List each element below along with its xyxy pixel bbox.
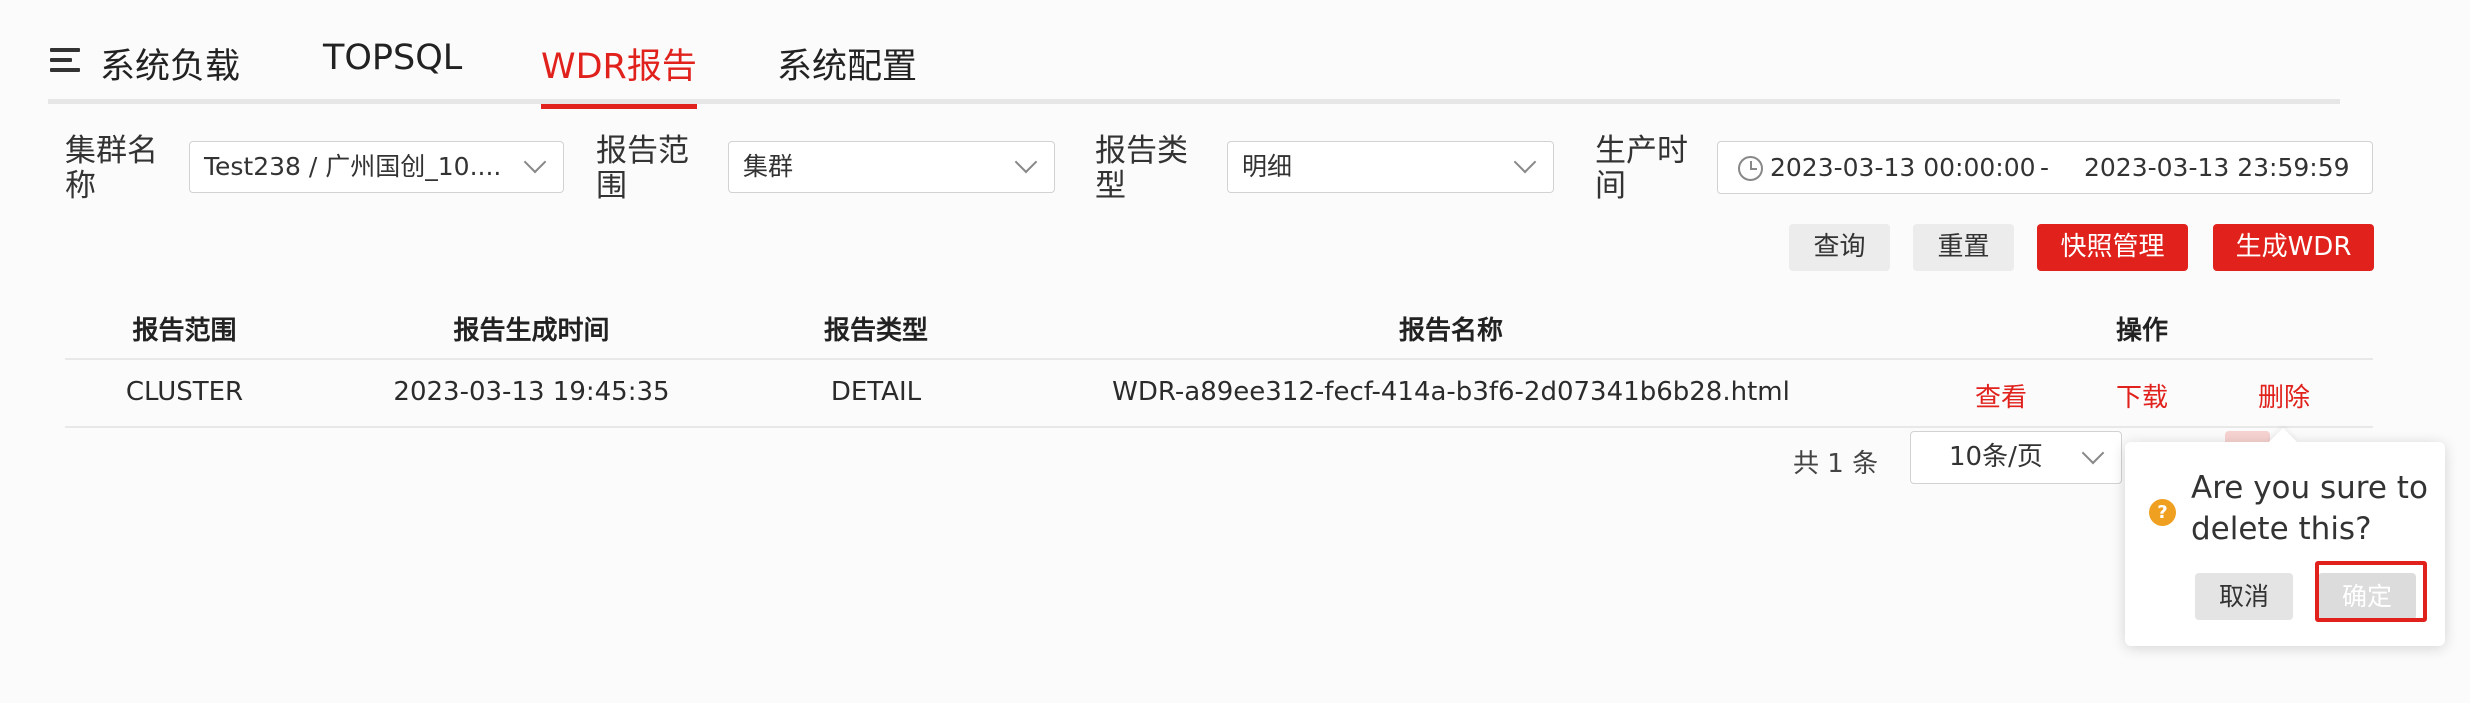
- date-range-picker[interactable]: 2023-03-13 00:00:00 - 2023-03-13 23:59:5…: [1717, 141, 2373, 194]
- page-size-select[interactable]: 10条/页: [1910, 431, 2122, 484]
- wdr-report-page: 系统负载 TOPSQL WDR报告 系统配置 集群名称 Test238 / 广州…: [0, 0, 2470, 703]
- cluster-select[interactable]: Test238 / 广州国创_10....: [189, 141, 564, 193]
- chevron-down-icon: [1014, 150, 1038, 174]
- type-select[interactable]: 明细: [1227, 141, 1554, 193]
- reset-button[interactable]: 重置: [1913, 224, 2014, 271]
- view-link[interactable]: 查看: [1967, 377, 2035, 414]
- cluster-label: 集群名称: [65, 133, 158, 204]
- date-separator: -: [2040, 153, 2050, 182]
- confirm-highlight-box: [2315, 561, 2427, 622]
- delete-link[interactable]: 删除: [2250, 377, 2318, 414]
- tab-system-config[interactable]: 系统配置: [777, 38, 917, 104]
- cluster-select-value: Test238 / 广州国创_10....: [204, 152, 502, 181]
- popconfirm-message: Are you sure to delete this?: [2191, 470, 2428, 547]
- header-divider: [65, 358, 2373, 360]
- cell-name: WDR-a89ee312-fecf-414a-b3f6-2d07341b6b28…: [1112, 377, 1790, 407]
- chevron-down-icon: [2081, 441, 2105, 465]
- scope-label: 报告范围: [596, 133, 689, 204]
- cell-type: DETAIL: [830, 377, 922, 407]
- tab-topsql[interactable]: TOPSQL: [323, 38, 462, 104]
- question-icon: ?: [2149, 499, 2176, 526]
- scope-select-value: 集群: [743, 152, 794, 181]
- query-button[interactable]: 查询: [1789, 224, 1890, 271]
- snapshot-manage-button[interactable]: 快照管理: [2037, 224, 2188, 271]
- start-date-input[interactable]: 2023-03-13 00:00:00: [1770, 153, 2036, 182]
- col-header-ops: 操作: [2115, 316, 2168, 346]
- cell-scope: CLUSTER: [125, 377, 244, 407]
- type-label: 报告类型: [1095, 133, 1188, 204]
- popconfirm-cancel-button[interactable]: 取消: [2195, 573, 2293, 620]
- col-header-time: 报告生成时间: [453, 316, 610, 346]
- end-date-input[interactable]: 2023-03-13 23:59:59: [2084, 153, 2350, 182]
- tab-system-load[interactable]: 系统负载: [100, 38, 240, 104]
- page-size-value: 10条/页: [1949, 442, 2043, 472]
- generate-wdr-button[interactable]: 生成WDR: [2213, 224, 2374, 271]
- download-link[interactable]: 下载: [2108, 377, 2176, 414]
- menu-icon[interactable]: [50, 48, 80, 74]
- col-header-name: 报告名称: [1398, 316, 1503, 346]
- tab-wdr-report[interactable]: WDR报告: [541, 38, 697, 109]
- clock-icon: [1738, 156, 1763, 181]
- col-header-type: 报告类型: [823, 316, 928, 346]
- chevron-down-icon: [523, 150, 547, 174]
- top-tabs: 系统负载 TOPSQL WDR报告 系统配置: [48, 0, 2340, 109]
- cell-time: 2023-03-13 19:45:35: [393, 377, 670, 407]
- row-divider: [65, 426, 2373, 428]
- scope-select[interactable]: 集群: [728, 141, 1055, 193]
- type-select-value: 明细: [1242, 152, 1293, 181]
- col-header-scope: 报告范围: [132, 316, 237, 346]
- pagination-total: 共 1 条: [1793, 449, 1879, 479]
- time-label: 生产时间: [1595, 133, 1688, 204]
- chevron-down-icon: [1513, 150, 1537, 174]
